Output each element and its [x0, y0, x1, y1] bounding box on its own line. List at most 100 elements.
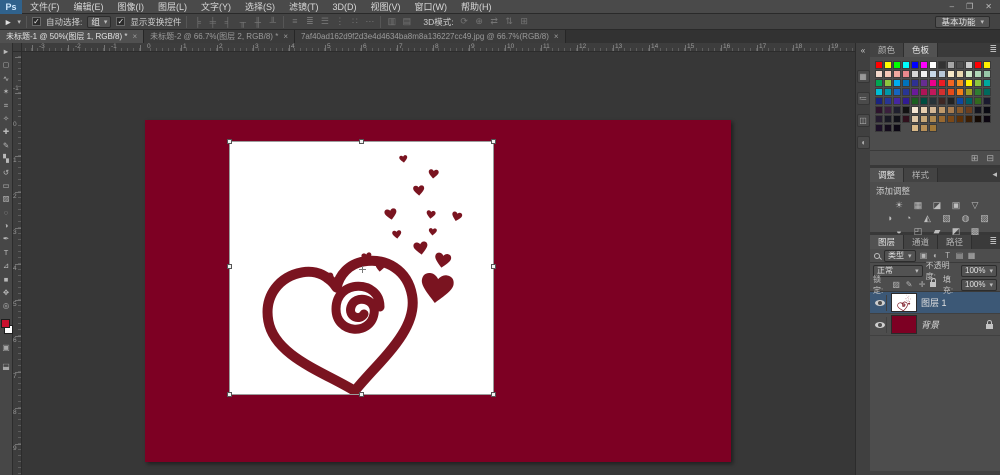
color-swatch[interactable]	[875, 124, 883, 132]
color-swatch[interactable]	[947, 124, 955, 132]
distribute-5-icon[interactable]: ⋯	[364, 16, 375, 27]
align-2-icon[interactable]: ╡	[222, 17, 233, 27]
visibility-toggle[interactable]	[873, 295, 887, 311]
color-swatch[interactable]	[902, 79, 910, 87]
tab-styles[interactable]: 样式	[904, 168, 938, 182]
hand-tool[interactable]: ✥	[0, 286, 13, 299]
move-tool[interactable]: ►	[0, 45, 13, 58]
color-swatch[interactable]	[920, 88, 928, 96]
color-swatch[interactable]	[947, 97, 955, 105]
quick-select-tool[interactable]: ✶	[0, 85, 13, 98]
color-swatch[interactable]	[965, 70, 973, 78]
show-transform-checkbox[interactable]: ✓	[116, 17, 125, 26]
color-swatch[interactable]	[983, 106, 991, 114]
new-swatch-icon[interactable]: ⊞	[971, 153, 979, 164]
tab-channels[interactable]: 通道	[904, 235, 938, 249]
opacity-dropdown[interactable]: 100% ▾	[961, 265, 997, 277]
color-swatch[interactable]	[947, 106, 955, 114]
align-1-icon[interactable]: ╪	[207, 17, 218, 27]
color-swatch[interactable]	[875, 79, 883, 87]
path-select-tool[interactable]: ⊿	[0, 259, 13, 272]
color-swatch[interactable]	[965, 124, 973, 132]
color-swatch[interactable]	[983, 70, 991, 78]
distribute-4-icon[interactable]: ∷	[349, 16, 360, 27]
color-swatch[interactable]	[983, 61, 991, 69]
close-icon[interactable]: ✕	[985, 2, 992, 11]
color-swatch[interactable]	[884, 61, 892, 69]
color-swatch[interactable]	[965, 115, 973, 123]
dodge-tool[interactable]: ◑	[0, 219, 13, 232]
tool-preset-caret-icon[interactable]: ▾	[17, 18, 21, 26]
move-tool-icon[interactable]: ►	[4, 17, 12, 27]
color-swatch[interactable]	[983, 97, 991, 105]
color-swatch[interactable]	[902, 70, 910, 78]
color-swatch[interactable]	[947, 79, 955, 87]
filter-kind-4-icon[interactable]: ▦	[967, 251, 977, 260]
color-swatch[interactable]	[938, 115, 946, 123]
color-swatch[interactable]	[893, 124, 901, 132]
color-swatch[interactable]	[893, 70, 901, 78]
align-3-icon[interactable]: ╥	[237, 17, 248, 27]
auto-align-1-icon[interactable]: ▤	[401, 16, 412, 27]
align-0-icon[interactable]: ╞	[192, 17, 203, 27]
color-swatch[interactable]	[911, 97, 919, 105]
tab-adjustments[interactable]: 调整	[870, 168, 904, 182]
color-swatch[interactable]	[956, 115, 964, 123]
restore-icon[interactable]: ❐	[966, 2, 973, 11]
color-swatch[interactable]	[974, 70, 982, 78]
color-swatch[interactable]	[938, 124, 946, 132]
screen-mode-button[interactable]: ⬓	[0, 362, 13, 375]
color-swatch[interactable]	[911, 124, 919, 132]
mode-3d-1-icon[interactable]: ⊕	[474, 16, 485, 27]
crop-tool[interactable]: ⌗	[0, 99, 13, 112]
lock-1-icon[interactable]: ✎	[904, 280, 914, 289]
fill-dropdown[interactable]: 100% ▾	[961, 279, 997, 291]
color-swatch[interactable]	[974, 79, 982, 87]
quick-mask-button[interactable]: ▣	[0, 343, 13, 356]
tab-swatches[interactable]: 色板	[904, 43, 938, 57]
color-swatch[interactable]	[956, 70, 964, 78]
color-swatch[interactable]	[920, 97, 928, 105]
color-swatch[interactable]	[929, 124, 937, 132]
color-swatch[interactable]	[902, 88, 910, 96]
transform-center-point[interactable]	[359, 266, 366, 273]
layer1-thumbnail[interactable]	[891, 293, 917, 312]
horizontal-ruler[interactable]: -3-2-1012345678910111213141516171819	[22, 43, 855, 52]
lock-2-icon[interactable]: ✛	[917, 280, 927, 289]
dock-panel-3-icon[interactable]: ◖	[857, 136, 870, 149]
transform-handle-ne[interactable]	[491, 139, 496, 144]
align-5-icon[interactable]: ╨	[267, 17, 278, 27]
levels-icon[interactable]: ▦	[912, 199, 925, 211]
layer-row-background[interactable]: 背景	[870, 314, 1000, 336]
distribute-3-icon[interactable]: ⋮	[334, 16, 345, 27]
background-thumbnail[interactable]	[891, 315, 917, 334]
transform-handle-nw[interactable]	[227, 139, 232, 144]
color-swatch[interactable]	[938, 70, 946, 78]
color-swatch[interactable]	[938, 79, 946, 87]
mode-3d-3-icon[interactable]: ⇅	[504, 16, 515, 27]
color-swatch[interactable]	[965, 106, 973, 114]
menu-item-7[interactable]: 3D(D)	[333, 2, 357, 12]
mode-3d-4-icon[interactable]: ⊞	[519, 16, 530, 27]
color-swatch[interactable]	[956, 97, 964, 105]
lock-all-icon[interactable]	[930, 282, 936, 287]
color-swatch[interactable]	[884, 124, 892, 132]
vertical-ruler[interactable]: -10123456789	[13, 52, 22, 475]
curves-icon[interactable]: ◪	[931, 199, 944, 211]
color-swatch[interactable]	[893, 79, 901, 87]
transform-handle-sw[interactable]	[227, 392, 232, 397]
color-swatch[interactable]	[902, 106, 910, 114]
vibrance-icon[interactable]: ▽	[969, 199, 982, 211]
menu-item-0[interactable]: 文件(F)	[30, 0, 60, 13]
transform-handle-s[interactable]	[359, 392, 364, 397]
color-swatch[interactable]	[884, 70, 892, 78]
color-swatch[interactable]	[947, 115, 955, 123]
color-swatch[interactable]	[974, 124, 982, 132]
color-swatch[interactable]	[893, 61, 901, 69]
color-swatch[interactable]	[875, 97, 883, 105]
tab-close-icon[interactable]: ×	[132, 32, 137, 41]
color-swatch[interactable]	[983, 115, 991, 123]
document-canvas[interactable]	[145, 120, 731, 462]
layer-name[interactable]: 图层 1	[921, 296, 947, 309]
color-balance-icon[interactable]: ◔	[902, 212, 915, 224]
